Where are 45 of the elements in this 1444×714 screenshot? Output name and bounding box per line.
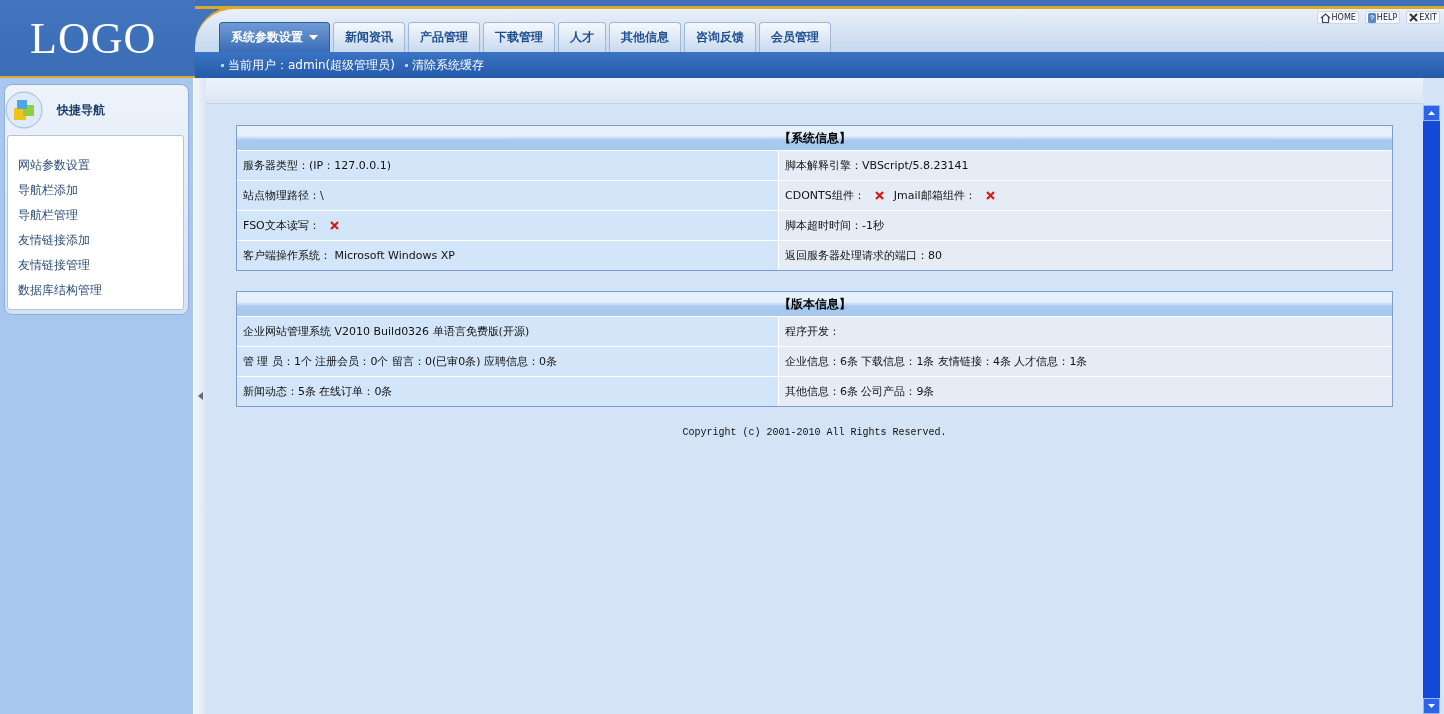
top-link[interactable]: HELP [1364,11,1401,24]
house-icon [1319,12,1331,23]
table-title: 【系统信息】 [237,126,1392,150]
table-cell: 其他信息：6条 公司产品：9条 [779,377,1392,406]
table-cell: 程序开发： [779,317,1392,346]
help-icon [1367,12,1376,23]
down-arrow-icon[interactable] [1428,704,1435,708]
table-cell: 企业信息：6条 下载信息：1条 友情链接：4条 人才信息：1条 [779,347,1392,376]
table-cell: 客户端操作系统： Microsoft Windows XP [237,241,779,270]
table-cell: 脚本超时时间：-1秒 [779,211,1392,240]
top-link[interactable]: HOME [1316,11,1359,24]
nav-tab[interactable]: 咨询反馈 [684,22,756,52]
up-arrow-icon[interactable] [1428,111,1435,115]
copyright-text: Copyright (c) 2001-2010 All Rights Reserved. [681,427,948,438]
table-cell: 返回服务器处理请求的端口：80 [779,241,1392,270]
close-icon [1409,13,1419,22]
header-link[interactable]: 当前用户：admin(超级管理员) [228,56,395,74]
logo: LOGO [30,12,157,64]
table-title: 【版本信息】 [237,292,1392,316]
sidebar-link[interactable]: 数据库结构管理 [18,278,173,303]
header-link[interactable]: 清除系统缓存 [411,56,484,74]
table-cell: FSO文本读写： [237,211,779,240]
nav-tab[interactable]: 新闻资讯 [333,22,405,52]
table-cell: 服务器类型：(IP：127.0.0.1) [237,151,779,180]
top-link[interactable]: EXIT [1406,11,1440,24]
nav-tab[interactable]: 下载管理 [483,22,555,52]
table-cell: 企业网站管理系统 V2010 Build0326 单语言免费版(开源) [237,317,779,346]
table-cell: CDONTS组件： Jmail邮箱组件： [779,181,1392,210]
nav-tab[interactable]: 人才 [558,22,606,52]
nav-tab[interactable]: 产品管理 [408,22,480,52]
table-cell: 管 理 员：1个 注册会员：0个 留言：0(已审0条) 应聘信息：0条 [237,347,779,376]
sidebar-link[interactable]: 友情链接管理 [18,253,173,278]
table-cell: 脚本解释引擎：VBScript/5.8.23141 [779,151,1392,180]
sidebar-link[interactable]: 网站参数设置 [18,153,173,178]
sidebar-link[interactable]: 友情链接添加 [18,228,173,253]
nav-tab[interactable]: 其他信息 [609,22,681,52]
nav-tab[interactable]: 系统参数设置 [219,22,330,52]
sidebar-link[interactable]: 导航栏管理 [18,203,173,228]
sidebar-title: 快捷导航 [57,101,105,119]
nav-tab[interactable]: 会员管理 [759,22,831,52]
scrollbar[interactable] [1423,105,1440,714]
table-cell: 站点物理路径：\ [237,181,779,210]
sidebar-link[interactable]: 导航栏添加 [18,178,173,203]
collapse-arrow-icon[interactable] [197,392,203,400]
table-cell: 新闻动态：5条 在线订单：0条 [237,377,779,406]
